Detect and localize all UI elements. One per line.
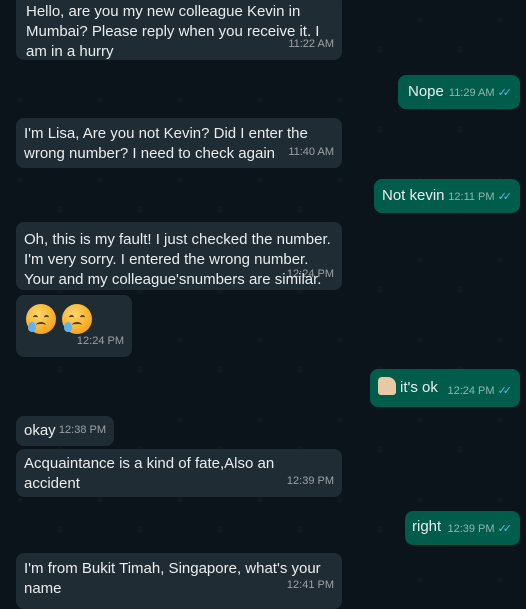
message-text: I'm Lisa, Are you not Kevin? Did I enter…	[24, 125, 308, 162]
message-incoming[interactable]: I'm from Bukit Timah, Singapore, what's …	[16, 553, 342, 609]
sad-tear-face-icon	[62, 304, 92, 334]
message-time: 12:38 PM	[58, 424, 106, 436]
read-receipt-icon: ✓✓	[497, 191, 513, 203]
message-outgoing[interactable]: Nope 11:29 AM ✓✓	[398, 75, 520, 109]
message-incoming[interactable]: Hello, are you my new colleague Kevin in…	[16, 0, 342, 60]
message-time: 11:22 AM	[288, 38, 334, 50]
message-outgoing[interactable]: Not kevin 12:11 PM ✓✓	[374, 179, 520, 213]
message-incoming[interactable]: okay 12:38 PM	[16, 416, 114, 446]
message-incoming[interactable]: I'm Lisa, Are you not Kevin? Did I enter…	[16, 118, 342, 168]
message-text: Hello, are you my new colleague Kevin in…	[26, 3, 320, 60]
message-outgoing[interactable]: it's ok 12:24 PM ✓✓	[370, 369, 520, 407]
read-receipt-icon: ✓✓	[497, 385, 513, 397]
message-text: okay	[24, 422, 56, 439]
message-time: 12:41 PM	[286, 579, 334, 591]
thumbs-up-icon	[378, 377, 396, 395]
message-text: Oh, this is my fault! I just checked the…	[24, 231, 331, 288]
message-time: 12:24 PM	[286, 268, 334, 280]
message-incoming[interactable]: Oh, this is my fault! I just checked the…	[16, 222, 342, 290]
read-receipt-icon: ✓✓	[497, 87, 513, 99]
message-incoming-emoji[interactable]: 12:24 PM	[16, 295, 132, 357]
message-text: it's ok	[400, 379, 438, 396]
message-time: 12:39 PM	[286, 475, 334, 487]
message-time: 11:29 AM ✓✓	[449, 83, 512, 103]
message-time: 12:11 PM ✓✓	[448, 187, 512, 207]
message-time: 11:40 AM	[288, 146, 334, 158]
message-text: right	[412, 518, 442, 535]
message-text: Acquaintance is a kind of fate,Also an a…	[24, 455, 275, 492]
read-receipt-icon: ✓✓	[497, 523, 513, 535]
message-outgoing[interactable]: right 12:39 PM ✓✓	[405, 511, 520, 545]
message-text: Nope	[408, 83, 444, 100]
message-time: 12:24 PM ✓✓	[447, 381, 512, 401]
message-time: 12:39 PM ✓✓	[447, 519, 512, 539]
sad-tear-face-icon	[26, 304, 56, 334]
message-text: I'm from Bukit Timah, Singapore, what's …	[24, 560, 321, 597]
message-incoming[interactable]: Acquaintance is a kind of fate,Also an a…	[16, 449, 342, 497]
message-time: 12:24 PM	[76, 335, 124, 347]
message-text: Not kevin	[382, 187, 445, 204]
